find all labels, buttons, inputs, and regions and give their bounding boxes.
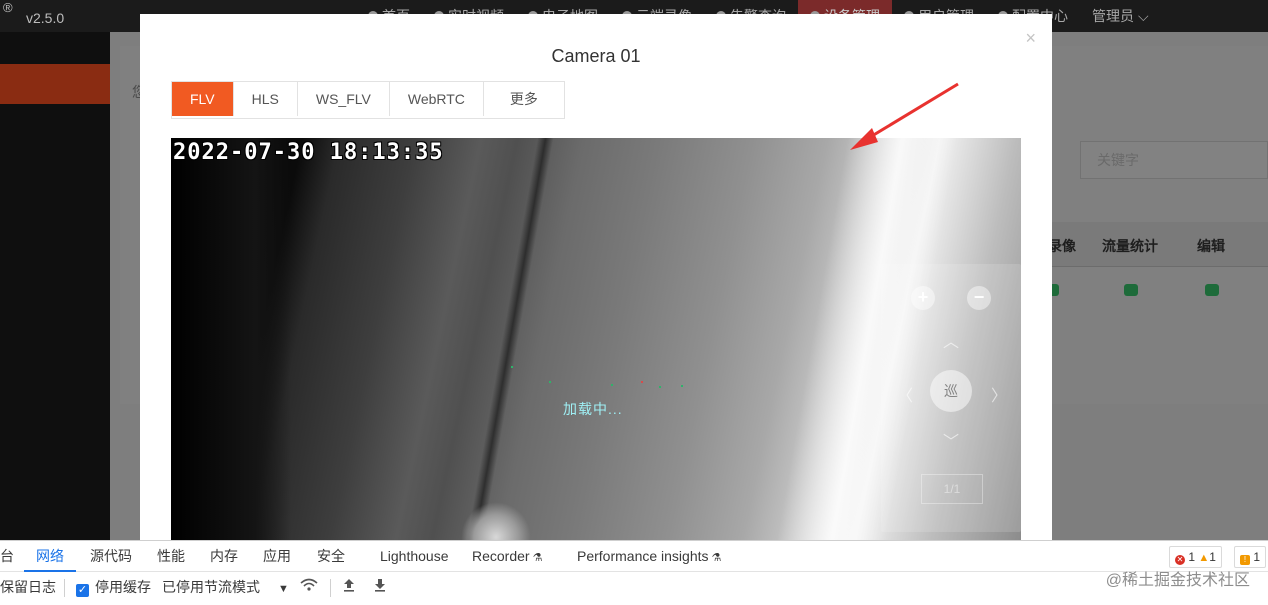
toolbar-divider	[330, 579, 331, 597]
column-header-record: 录像	[1048, 238, 1076, 254]
dropdown-arrow-icon: ▼	[278, 583, 289, 595]
user-menu[interactable]: 管理员 ⌵	[1080, 0, 1161, 32]
devtools-tab-recorder[interactable]: Recorder ⚗	[472, 541, 542, 572]
loading-indicator-dot	[641, 381, 643, 383]
traffic-icon[interactable]	[1124, 284, 1138, 296]
loading-indicator-dot	[659, 386, 661, 388]
sidebar-item-active[interactable]	[0, 64, 110, 104]
modal-title: Camera 01	[551, 46, 641, 66]
column-header-edit: 编辑	[1197, 238, 1225, 254]
flask-icon: ⚗	[532, 552, 543, 564]
ptz-down-icon[interactable]: ﹀	[943, 428, 959, 452]
tab-webrtc[interactable]: WebRTC	[389, 82, 484, 116]
stream-tabs: FLV HLS WS_FLV WebRTC 更多	[171, 81, 565, 119]
video-frame-shadow	[171, 138, 291, 554]
devtools-tab-lighthouse[interactable]: Lighthouse	[380, 541, 449, 572]
ptz-center-button[interactable]: 巡	[930, 370, 972, 412]
devtools-tab-performance-insights[interactable]: Performance insights ⚗	[577, 541, 721, 572]
tab-ws-flv[interactable]: WS_FLV	[297, 82, 390, 116]
devtools-tab-performance[interactable]: 性能	[157, 541, 185, 572]
network-conditions-icon[interactable]	[300, 572, 318, 602]
checkbox-checked-icon[interactable]: ✓	[76, 584, 89, 597]
import-har-icon[interactable]	[343, 572, 355, 602]
zoom-in-button[interactable]: +	[911, 286, 935, 310]
column-header-traffic: 流量统计	[1102, 238, 1158, 254]
disable-cache-toggle[interactable]: ✓ 停用缓存	[76, 572, 151, 602]
loading-indicator-dot	[549, 381, 551, 383]
devtools-tab-memory[interactable]: 内存	[210, 541, 238, 572]
edit-icon[interactable]	[1205, 284, 1219, 296]
throttling-select[interactable]: 已停用节流模式 ▼	[162, 572, 289, 602]
ptz-left-icon[interactable]: 〈	[897, 382, 913, 406]
app-version: v2.5.0	[26, 10, 65, 26]
ptz-right-icon[interactable]: 〉	[991, 382, 1007, 406]
issues-badge[interactable]: ! 1	[1234, 546, 1267, 568]
devtools-tab-application[interactable]: 应用	[263, 541, 291, 572]
devtools-tabbar: 台 网络 源代码 性能 内存 应用 安全 Lighthouse Recorder…	[0, 540, 1268, 572]
devtools-tab-network[interactable]: 网络	[24, 541, 76, 572]
warning-icon: ▲	[1198, 552, 1210, 564]
tab-more[interactable]: 更多	[483, 82, 564, 116]
preserve-log-toggle[interactable]: 保留日志	[0, 572, 56, 602]
devtools-tab-console[interactable]: 台	[0, 541, 14, 572]
ptz-up-icon[interactable]: ︿	[943, 328, 959, 352]
video-frame-detail	[464, 138, 554, 554]
toolbar-divider	[64, 579, 65, 597]
sidebar	[0, 32, 110, 540]
zoom-out-button[interactable]: −	[967, 286, 991, 310]
tab-hls[interactable]: HLS	[233, 82, 298, 116]
video-timestamp: 2022-07-30 18:13:35	[173, 140, 444, 165]
loading-indicator-dot	[511, 366, 513, 368]
devtools-tab-security[interactable]: 安全	[317, 541, 345, 572]
devtools-tab-sources[interactable]: 源代码	[90, 541, 132, 572]
watermark: @稀土掘金技术社区	[1105, 572, 1250, 589]
ptz-control-panel: + − ︿ 〈 〉 ﹀ 巡 1/1	[881, 264, 1021, 532]
loading-indicator-dot	[611, 384, 613, 386]
video-player[interactable]: 2022-07-30 18:13:35 加载中... + − ︿ 〈 〉 ﹀ 巡…	[171, 138, 1021, 554]
close-icon[interactable]: ×	[1025, 28, 1036, 49]
export-har-icon[interactable]	[374, 572, 386, 602]
brand-logo: ®	[3, 0, 13, 15]
error-warning-badge[interactable]: ✕ 1 ▲1	[1169, 546, 1222, 568]
loading-text: 加载中...	[563, 401, 623, 417]
ptz-speed-control[interactable]: 1/1	[921, 474, 983, 504]
devtools-network-toolbar: 保留日志 ✓ 停用缓存 已停用节流模式 ▼	[0, 572, 1268, 605]
error-icon: ✕	[1175, 555, 1185, 565]
annotation-arrow-icon	[850, 82, 959, 150]
issue-icon: !	[1240, 555, 1250, 565]
flask-icon: ⚗	[711, 552, 722, 564]
tab-flv[interactable]: FLV	[172, 82, 234, 116]
loading-indicator-dot	[681, 385, 683, 387]
chevron-down-icon: ⌵	[1138, 8, 1149, 24]
search-input[interactable]: 关键字	[1080, 141, 1268, 179]
